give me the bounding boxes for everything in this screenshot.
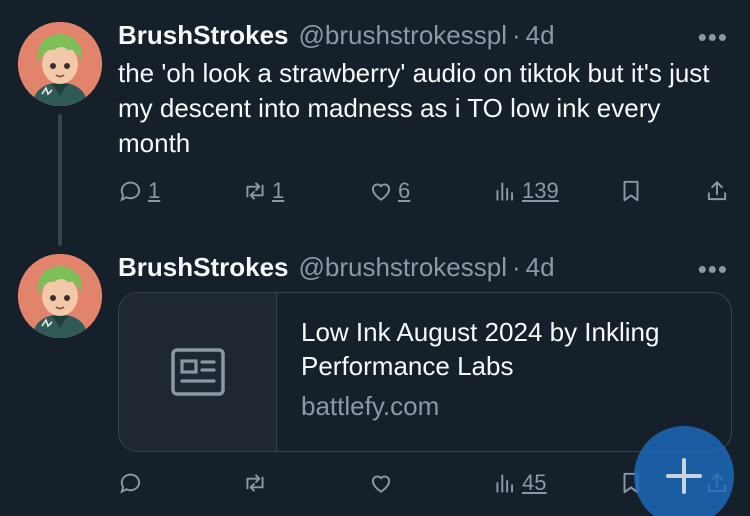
views-icon	[496, 474, 514, 493]
card-title: Low Ink August 2024 by Inkling Performan…	[301, 317, 660, 381]
tweet-text: the 'oh look a strawberry' audio on tikt…	[118, 58, 710, 158]
like-icon	[371, 183, 391, 201]
like-icon	[371, 475, 391, 493]
views-button[interactable]: 45	[492, 470, 546, 496]
author-name[interactable]: BrushStrokes	[118, 20, 289, 51]
link-card[interactable]: Low Ink August 2024 by Inkling Performan…	[118, 292, 732, 452]
bookmark-button[interactable]	[618, 178, 644, 204]
author-handle[interactable]: @brushstrokesspl	[299, 20, 507, 51]
author-name[interactable]: BrushStrokes	[118, 252, 289, 283]
separator-dot: ·	[511, 252, 521, 282]
retweet-icon	[246, 182, 264, 200]
avatar[interactable]	[18, 254, 102, 338]
bookmark-icon	[623, 180, 639, 202]
more-options-button[interactable]: •••	[698, 254, 728, 285]
views-count: 45	[522, 470, 547, 495]
views-button[interactable]: 139	[492, 178, 559, 204]
avatar-image	[18, 22, 102, 106]
like-button[interactable]	[368, 470, 398, 496]
article-icon	[171, 348, 225, 396]
compose-button[interactable]	[634, 426, 734, 516]
author-handle[interactable]: @brushstrokesspl	[299, 252, 507, 283]
share-icon	[707, 181, 727, 201]
share-button[interactable]	[704, 178, 730, 204]
retweet-button[interactable]: 1	[242, 178, 284, 204]
retweet-count: 1	[272, 178, 285, 203]
compose-plus-icon	[666, 458, 702, 494]
tweet-header: BrushStrokes @brushstrokesspl · 4d	[118, 252, 555, 283]
views-count: 139	[522, 178, 559, 203]
reply-icon	[120, 473, 141, 494]
avatar[interactable]	[18, 22, 102, 106]
avatar-image	[18, 254, 102, 338]
separator-dot: ·	[511, 20, 521, 50]
views-icon	[496, 182, 514, 201]
retweet-icon	[246, 474, 264, 492]
reply-icon	[120, 181, 141, 202]
like-button[interactable]: 6	[368, 178, 410, 204]
tweet-header: BrushStrokes @brushstrokesspl · 4d	[118, 20, 555, 51]
retweet-button[interactable]	[242, 470, 272, 496]
card-thumbnail	[119, 293, 277, 451]
thread-line	[58, 114, 62, 246]
timestamp[interactable]: 4d	[526, 252, 555, 283]
action-bar: 1 1 6 139	[118, 178, 730, 210]
card-domain: battlefy.com	[301, 391, 440, 421]
more-options-button[interactable]: •••	[698, 22, 728, 53]
reply-count: 1	[148, 178, 161, 203]
reply-button[interactable]: 1	[118, 178, 160, 204]
like-count: 6	[398, 178, 411, 203]
reply-button[interactable]	[118, 470, 148, 496]
timestamp[interactable]: 4d	[526, 20, 555, 51]
